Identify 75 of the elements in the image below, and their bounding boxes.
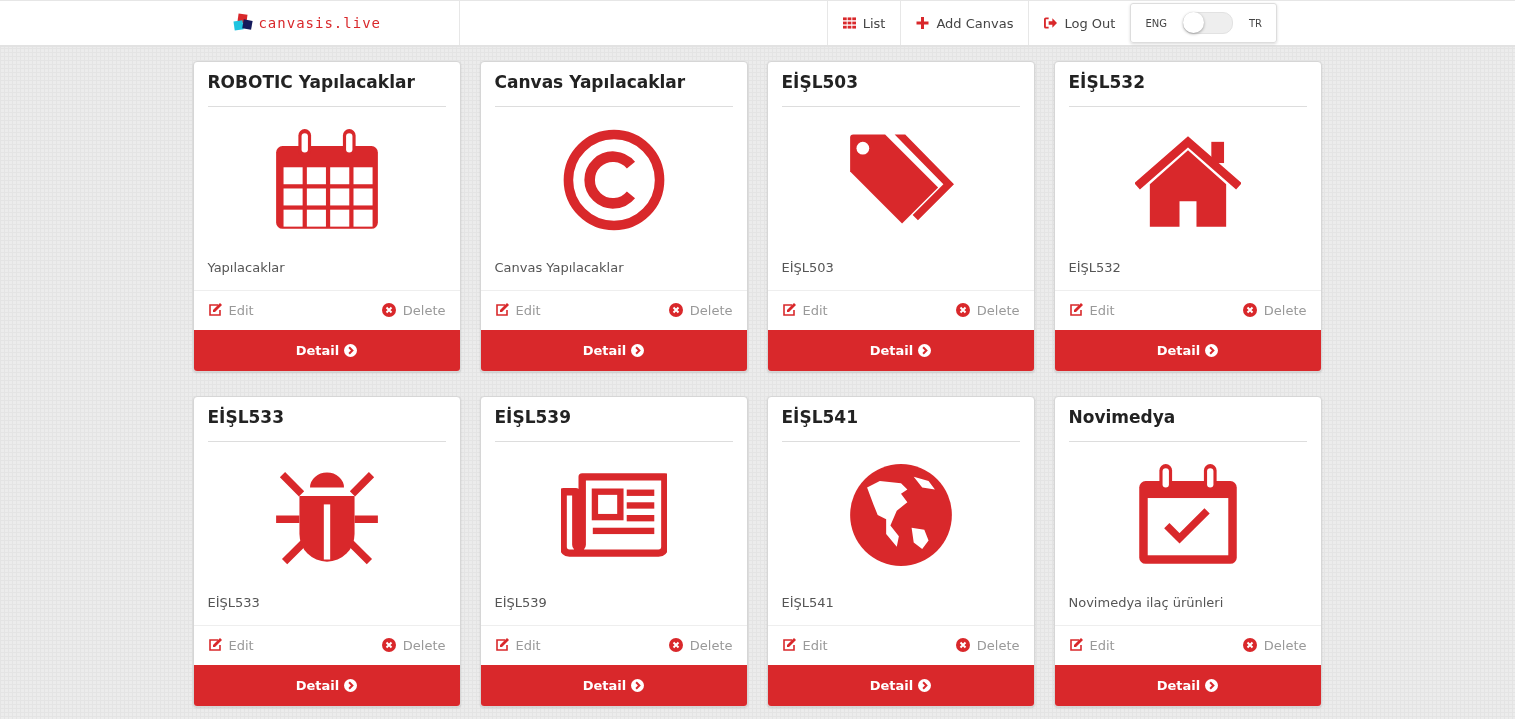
- language-label: TR: [1248, 17, 1262, 29]
- chevron-right-icon: [631, 344, 645, 358]
- card-description: EİŞL503: [781, 259, 835, 277]
- close-icon: [955, 638, 970, 653]
- chevron-right-icon: [1205, 344, 1219, 358]
- card-title: EİŞL541: [781, 397, 1020, 442]
- card-title: EİŞL503: [781, 62, 1020, 107]
- close-icon: [381, 638, 396, 653]
- card-title: EİŞL539: [494, 397, 733, 442]
- close-icon: [955, 303, 970, 318]
- card-description: EİŞL541: [781, 594, 835, 612]
- edit-link[interactable]: Edit: [781, 638, 828, 653]
- sign-out-icon: [1044, 17, 1058, 29]
- grid-icon: [842, 17, 856, 29]
- delete-link[interactable]: Delete: [381, 638, 446, 653]
- card-title: Canvas Yapılacaklar: [494, 62, 733, 107]
- delete-link[interactable]: Delete: [381, 303, 446, 318]
- edit-link[interactable]: Edit: [781, 303, 828, 318]
- edit-link[interactable]: Edit: [494, 638, 541, 653]
- delete-link[interactable]: Delete: [955, 303, 1020, 318]
- chevron-right-icon: [631, 679, 645, 693]
- card-title: EİŞL533: [207, 397, 446, 442]
- close-icon: [668, 638, 683, 653]
- detail-button[interactable]: Detail: [480, 665, 747, 706]
- nav-link[interactable]: List: [826, 1, 901, 45]
- detail-button[interactable]: Detail: [1054, 330, 1321, 371]
- close-icon: [381, 303, 396, 318]
- edit-icon: [207, 303, 222, 318]
- edit-icon: [781, 303, 796, 318]
- card-title: Novimedya: [1068, 397, 1307, 442]
- delete-link[interactable]: Delete: [668, 638, 733, 653]
- edit-icon: [494, 303, 509, 318]
- detail-button[interactable]: Detail: [767, 330, 1034, 371]
- chevron-right-icon: [918, 679, 932, 693]
- globe-icon: [847, 462, 954, 569]
- edit-icon: [207, 638, 222, 653]
- close-icon: [668, 303, 683, 318]
- edit-link[interactable]: Edit: [1068, 303, 1115, 318]
- delete-link[interactable]: Delete: [1242, 638, 1307, 653]
- card-description: Canvas Yapılacaklar: [494, 259, 625, 277]
- card-description: EİŞL532: [1068, 259, 1122, 277]
- close-icon: [1242, 638, 1257, 653]
- detail-button[interactable]: Detail: [480, 330, 747, 371]
- card-title: EİŞL532: [1068, 62, 1307, 107]
- card-description: EİŞL539: [494, 594, 548, 612]
- detail-button[interactable]: Detail: [1054, 665, 1321, 706]
- chevron-right-icon: [344, 344, 358, 358]
- chevron-right-icon: [1205, 679, 1219, 693]
- edit-link[interactable]: Edit: [494, 303, 541, 318]
- nav-link[interactable]: Log Out: [1028, 1, 1131, 45]
- logo-text[interactable]: canvasis.live: [258, 15, 381, 31]
- detail-button[interactable]: Detail: [193, 330, 460, 371]
- delete-link[interactable]: Delete: [955, 638, 1020, 653]
- language-label: ENG: [1145, 17, 1167, 29]
- close-icon: [1242, 303, 1257, 318]
- detail-button[interactable]: Detail: [193, 665, 460, 706]
- edit-icon: [1068, 303, 1083, 318]
- delete-link[interactable]: Delete: [668, 303, 733, 318]
- card-title: ROBOTIC Yapılacaklar: [207, 62, 446, 107]
- edit-link[interactable]: Edit: [207, 638, 254, 653]
- delete-link[interactable]: Delete: [1242, 303, 1307, 318]
- plus-icon: [916, 17, 930, 29]
- language-toggle[interactable]: [1182, 12, 1233, 34]
- edit-icon: [781, 638, 796, 653]
- edit-icon: [494, 638, 509, 653]
- card-description: EİŞL533: [207, 594, 261, 612]
- edit-link[interactable]: Edit: [207, 303, 254, 318]
- edit-icon: [1068, 638, 1083, 653]
- chevron-right-icon: [918, 344, 932, 358]
- chevron-right-icon: [344, 679, 358, 693]
- card-description: Yapılacaklar: [207, 259, 286, 277]
- edit-link[interactable]: Edit: [1068, 638, 1115, 653]
- detail-button[interactable]: Detail: [767, 665, 1034, 706]
- nav-link[interactable]: Add Canvas: [900, 1, 1029, 45]
- card-description: Novimedya ilaç ürünleri: [1068, 594, 1225, 612]
